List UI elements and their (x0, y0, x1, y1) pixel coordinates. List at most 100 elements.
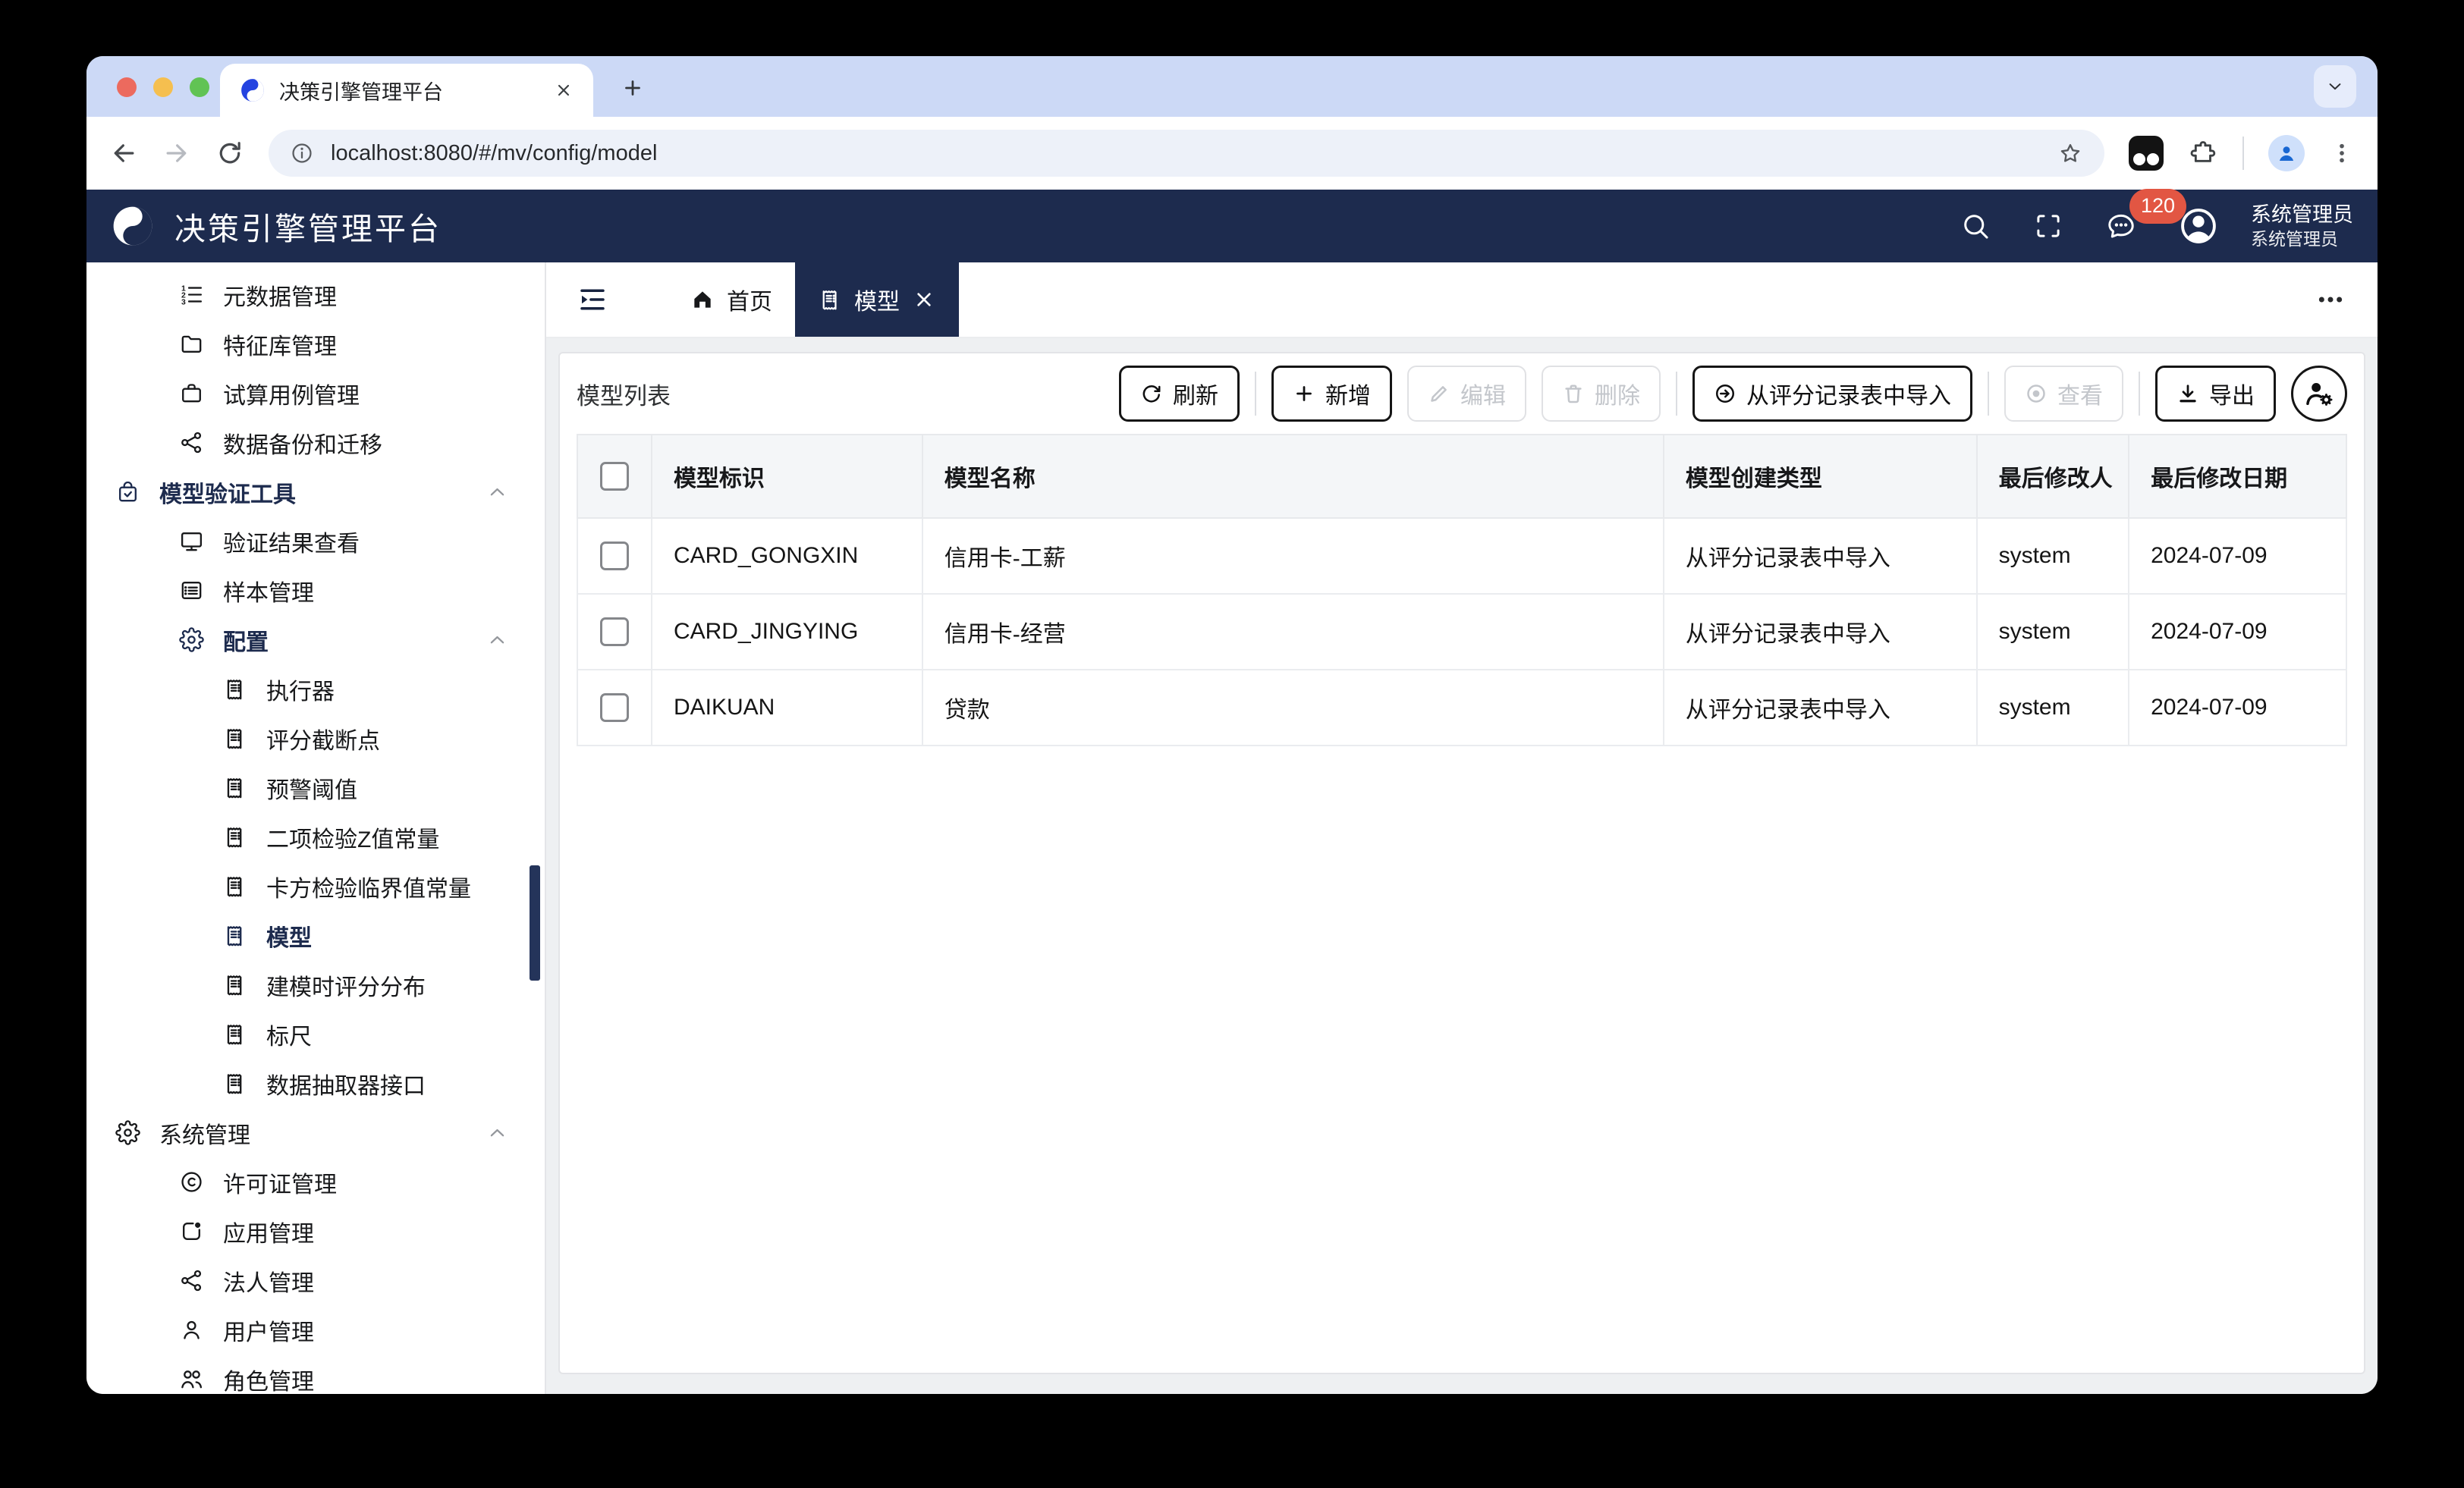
sidebar-item-data-extractor-interface[interactable]: 数据抽取器接口 (86, 1059, 545, 1108)
bookmark-star-icon[interactable] (2057, 140, 2083, 166)
cell-create-type: 从评分记录表中导入 (1662, 517, 1978, 595)
new-tab-button[interactable] (611, 67, 654, 109)
tab-home[interactable]: 首页 (668, 262, 795, 337)
receipt-icon (222, 874, 247, 899)
cell-model-id: CARD_GONGXIN (650, 517, 923, 595)
sidebar-item-label: 标尺 (266, 1024, 312, 1050)
cell-model-id: CARD_JINGYING (650, 593, 923, 670)
export-button[interactable]: 导出 (2155, 366, 2276, 422)
add-button[interactable]: 新增 (1271, 366, 1392, 422)
folder-icon (179, 331, 204, 356)
reload-button[interactable] (215, 139, 244, 168)
sidebar-item-metadata-management[interactable]: 元数据管理 (86, 270, 545, 319)
column-header-model-name: 模型名称 (921, 434, 1664, 519)
user-permission-button[interactable] (2291, 366, 2347, 422)
sidebar-item-role-management[interactable]: 角色管理 (86, 1355, 545, 1394)
cell-modified-date: 2024-07-09 (2128, 593, 2347, 670)
sidebar-item-app-management[interactable]: 应用管理 (86, 1207, 545, 1256)
collapse-sidebar-icon[interactable] (577, 284, 608, 315)
sidebar-item-label: 角色管理 (223, 1369, 314, 1395)
select-all-checkbox[interactable] (599, 462, 629, 491)
page-tab-bar: 首页 模型 (546, 262, 2378, 338)
sidebar-item-ruler[interactable]: 标尺 (86, 1009, 545, 1059)
button-label: 刷新 (1173, 384, 1218, 409)
close-tab-icon[interactable] (912, 287, 936, 312)
url-text[interactable]: localhost:8080/#/mv/config/model (331, 141, 2041, 166)
delete-button[interactable]: 删除 (1542, 366, 1661, 422)
cell-model-name: 信用卡-经营 (921, 593, 1664, 670)
cell-create-type: 从评分记录表中导入 (1662, 593, 1978, 670)
sidebar-item-warning-threshold[interactable]: 预警阈值 (86, 763, 545, 812)
search-icon[interactable] (1960, 210, 1991, 242)
sidebar-item-model[interactable]: 模型 (86, 911, 545, 960)
user-info[interactable]: 系统管理员 系统管理员 (2251, 202, 2353, 251)
import-from-score-record-button[interactable]: 从评分记录表中导入 (1692, 366, 1972, 422)
sidebar-item-legal-entity-management[interactable]: 法人管理 (86, 1256, 545, 1305)
row-select-cell (577, 517, 652, 595)
back-button[interactable] (109, 139, 138, 168)
briefcase-icon (179, 381, 204, 406)
sidebar-item-binomial-z-constant[interactable]: 二项检验Z值常量 (86, 812, 545, 862)
browser-tab[interactable]: 决策引擎管理平台 (220, 64, 593, 117)
extension-icon[interactable] (2129, 136, 2164, 171)
sidebar-item-chi-square-critical-constant[interactable]: 卡方检验临界值常量 (86, 862, 545, 911)
model-list-card: 模型列表 刷新 新增 编辑 删除 从评分记录表中导入 查看 导出 模型标识 模型… (558, 352, 2365, 1374)
row-checkbox[interactable] (599, 542, 629, 570)
download-icon (2176, 382, 2199, 405)
row-checkbox[interactable] (599, 693, 629, 722)
sidebar-item-user-management[interactable]: 用户管理 (86, 1305, 545, 1355)
sidebar-item-validation-result-view[interactable]: 验证结果查看 (86, 516, 545, 566)
table-row[interactable]: CARD_JINGYING 信用卡-经营 从评分记录表中导入 system 20… (577, 593, 2347, 670)
refresh-button[interactable]: 刷新 (1119, 366, 1240, 422)
table-row[interactable]: DAIKUAN 贷款 从评分记录表中导入 system 2024-07-09 (577, 669, 2347, 746)
address-bar[interactable]: localhost:8080/#/mv/config/model (269, 130, 2104, 177)
gear-icon (115, 1120, 140, 1145)
minimize-window-button[interactable] (153, 77, 173, 97)
site-info-icon[interactable] (290, 141, 314, 165)
sidebar-group-system-management[interactable]: 系统管理 (86, 1108, 545, 1157)
button-divider (1988, 372, 1989, 416)
sidebar-item-license-management[interactable]: 许可证管理 (86, 1157, 545, 1207)
chevron-up-icon (485, 1120, 510, 1145)
extensions-puzzle-icon[interactable] (2188, 138, 2218, 168)
more-tabs-icon[interactable] (2315, 284, 2346, 315)
pencil-icon (1428, 382, 1450, 405)
sidebar-item-data-backup-migration[interactable]: 数据备份和迁移 (86, 418, 545, 467)
share-icon (179, 430, 204, 455)
sidebar-item-score-cutoff[interactable]: 评分截断点 (86, 714, 545, 763)
sidebar-item-label: 二项检验Z值常量 (266, 827, 440, 852)
sidebar-item-sample-management[interactable]: 样本管理 (86, 566, 545, 615)
messages-button[interactable]: 120 (2105, 188, 2187, 242)
tab-model[interactable]: 模型 (795, 262, 959, 337)
edit-button[interactable]: 编辑 (1407, 366, 1526, 422)
sidebar-group-config[interactable]: 配置 (86, 615, 545, 664)
table-row[interactable]: CARD_GONGXIN 信用卡-工薪 从评分记录表中导入 system 202… (577, 517, 2347, 595)
sidebar-scrollbar-thumb[interactable] (530, 865, 540, 981)
close-tab-icon[interactable] (554, 80, 574, 100)
browser-tab-strip: 决策引擎管理平台 (86, 56, 2378, 117)
app-logo-icon (111, 204, 155, 248)
sidebar-item-feature-library[interactable]: 特征库管理 (86, 319, 545, 369)
view-button[interactable]: 查看 (2004, 366, 2123, 422)
row-checkbox[interactable] (599, 617, 629, 646)
forward-button[interactable] (162, 139, 191, 168)
card-header: 模型列表 刷新 新增 编辑 删除 从评分记录表中导入 查看 导出 (577, 353, 2347, 434)
tab-search-button[interactable] (2314, 65, 2356, 108)
sidebar-item-trial-case-management[interactable]: 试算用例管理 (86, 369, 545, 418)
browser-menu-icon[interactable] (2329, 140, 2355, 166)
close-window-button[interactable] (117, 77, 137, 97)
sidebar-item-modeling-score-distribution[interactable]: 建模时评分分布 (86, 960, 545, 1009)
home-icon (690, 287, 715, 312)
app-icon (179, 1219, 204, 1244)
sidebar-item-label: 配置 (223, 629, 269, 655)
sidebar-item-executor[interactable]: 执行器 (86, 664, 545, 714)
sidebar-item-label: 建模时评分分布 (266, 975, 426, 1000)
browser-profile-avatar[interactable] (2268, 135, 2305, 171)
sidebar-group-model-validation-tools[interactable]: 模型验证工具 (86, 467, 545, 516)
sidebar-item-label: 卡方检验临界值常量 (266, 876, 471, 902)
tab-label: 首页 (727, 290, 772, 315)
fullscreen-icon[interactable] (2032, 210, 2064, 242)
maximize-window-button[interactable] (190, 77, 209, 97)
select-all-cell (577, 434, 652, 519)
chevron-up-icon (485, 479, 510, 504)
